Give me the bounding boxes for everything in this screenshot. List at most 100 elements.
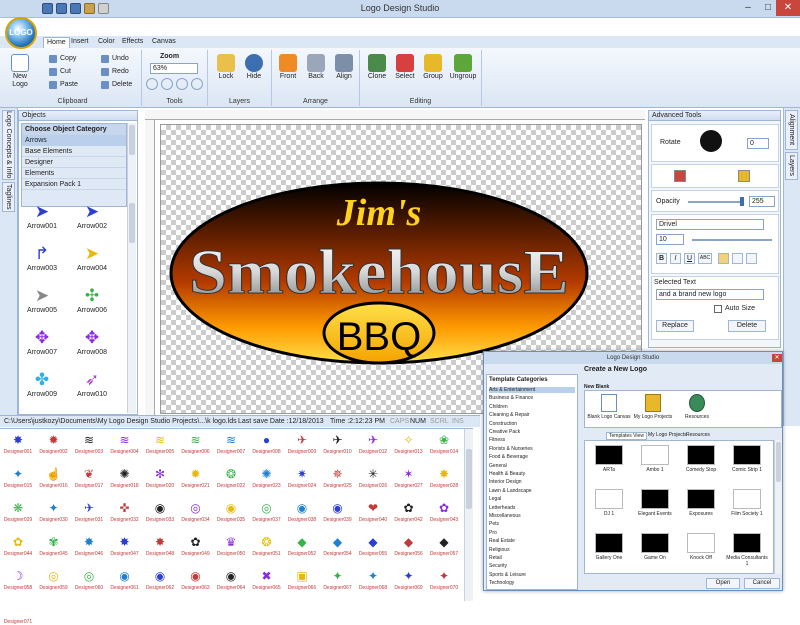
font-size-select[interactable]: 10 (656, 234, 684, 245)
delete-text-button[interactable]: Delete (728, 320, 766, 332)
designer-item[interactable]: ≋Designer005 (144, 431, 176, 455)
template-tile[interactable]: ARTa (587, 445, 631, 473)
designer-item[interactable]: ◉Designer063 (180, 567, 212, 591)
designer-item[interactable]: ✈Designer009 (286, 431, 318, 455)
strikethrough-button[interactable]: ABC (698, 253, 712, 264)
back-button[interactable]: Back (304, 54, 328, 81)
template-tile[interactable]: Game On (633, 533, 677, 561)
designer-item[interactable]: ◆Designer056 (393, 533, 425, 557)
designer-item[interactable]: ✵Designer025 (322, 465, 354, 489)
designer-item[interactable]: ✸Designer047 (109, 533, 141, 557)
align-button[interactable]: Align (332, 54, 356, 81)
select-button[interactable]: Select (392, 54, 418, 81)
designer-item[interactable]: ✸Designer001 (2, 431, 34, 455)
designer-item[interactable]: ✦Designer067 (322, 567, 354, 591)
minimize-button[interactable]: – (738, 0, 758, 16)
arrow-object[interactable]: ✤Arrow009 (25, 369, 59, 398)
designer-item[interactable]: ✦Designer030 (38, 499, 70, 523)
align-right-icon[interactable] (746, 253, 757, 264)
arrow-object[interactable]: ✥Arrow007 (25, 327, 59, 356)
lock-button[interactable]: Lock (214, 54, 238, 81)
designer-item[interactable]: ✷Designer024 (286, 465, 318, 489)
designer-item[interactable]: ◆Designer054 (322, 533, 354, 557)
template-tile[interactable]: Comic Strip 1 (725, 445, 769, 473)
designer-item[interactable]: ✦Designer015 (2, 465, 34, 489)
tab-canvas[interactable]: Canvas (149, 37, 179, 48)
tab-resources[interactable]: Resources (684, 432, 712, 438)
bold-button[interactable]: B (656, 253, 667, 264)
category-scrollbar[interactable] (127, 123, 136, 207)
flip-horizontal-icon[interactable] (674, 170, 686, 182)
template-category-item[interactable]: Health & Beauty (489, 471, 525, 477)
designer-item[interactable]: ◉Designer062 (144, 567, 176, 591)
flip-vertical-icon[interactable] (738, 170, 750, 182)
template-category-item[interactable]: Letterheads (489, 505, 515, 511)
template-category-item[interactable]: Creative Pack (489, 429, 520, 435)
template-category-item[interactable]: General (489, 463, 507, 469)
designer-item[interactable]: ❂Designer022 (215, 465, 247, 489)
tab-my-logo-projects[interactable]: My Logo Projects (646, 432, 689, 438)
ungroup-button[interactable]: Ungroup (448, 54, 478, 81)
template-tile[interactable]: Media Consultants 1 (725, 533, 769, 567)
template-category-item[interactable]: Cleaning & Repair (489, 412, 530, 418)
close-button[interactable]: ✕ (776, 0, 800, 16)
designer-item[interactable]: ✳Designer026 (357, 465, 389, 489)
template-category-item[interactable]: Fitness (489, 437, 505, 443)
undo-button[interactable]: Undo (100, 54, 129, 64)
opacity-slider-handle[interactable] (740, 197, 744, 206)
tab-taglines[interactable]: Taglines (2, 182, 15, 212)
designer-item[interactable]: ✦Designer069 (393, 567, 425, 591)
designer-item[interactable]: ≋Designer004 (109, 431, 141, 455)
arrow-object[interactable]: ➶Arrow010 (75, 369, 109, 398)
maximize-button[interactable]: □ (758, 0, 778, 16)
designer-item[interactable]: ✈Designer010 (322, 431, 354, 455)
template-category-item[interactable]: Arts & Entertainment (489, 387, 575, 393)
designer-item[interactable]: ✈Designer031 (73, 499, 105, 523)
arrow-object[interactable]: ➤Arrow002 (75, 201, 109, 230)
designer-item[interactable]: ◉Designer061 (109, 567, 141, 591)
logo-line3[interactable]: BBQ (337, 315, 421, 359)
template-category-item[interactable]: Real Estate (489, 538, 515, 544)
designer-item[interactable]: ✜Designer032 (109, 499, 141, 523)
designer-item[interactable]: ✖Designer065 (251, 567, 283, 591)
designer-item[interactable]: ❀Designer014 (428, 431, 460, 455)
template-category-item[interactable]: Children (489, 404, 508, 410)
designer-item[interactable]: ◉Designer038 (286, 499, 318, 523)
font-size-slider[interactable] (692, 239, 772, 241)
designer-item[interactable]: ◉Designer039 (322, 499, 354, 523)
cut-button[interactable]: Cut (48, 67, 71, 77)
dialog-close-icon[interactable]: ✕ (772, 354, 782, 362)
front-button[interactable]: Front (276, 54, 300, 81)
rotate-dial[interactable] (700, 130, 722, 152)
tab-logo-concepts[interactable]: Logo Concepts & Info (2, 110, 15, 180)
designer-item[interactable]: ≋Designer006 (180, 431, 212, 455)
new-logo-button[interactable]: New Logo (8, 54, 32, 89)
template-tile[interactable]: Exposures (679, 489, 723, 517)
template-tile[interactable]: Film Society 1 (725, 489, 769, 517)
rotate-input[interactable]: 0 (747, 138, 769, 149)
designer-item[interactable]: ≋Designer007 (215, 431, 247, 455)
designer-item[interactable]: ❋Designer029 (2, 499, 34, 523)
tab-alignment[interactable]: Alignment (785, 110, 798, 150)
designer-item[interactable]: ✿Designer044 (2, 533, 34, 557)
selected-text-input[interactable]: and a brand new logo (656, 289, 764, 300)
template-category-item[interactable]: Technology (489, 580, 514, 586)
template-category-item[interactable]: Business & Finance (489, 395, 533, 401)
template-tile[interactable]: DJ 1 (587, 489, 631, 517)
designer-item[interactable]: ✹Designer021 (180, 465, 212, 489)
clone-button[interactable]: Clone (364, 54, 390, 81)
template-category-item[interactable]: Sports & Leisure (489, 572, 526, 578)
designer-item[interactable]: ◉Designer035 (215, 499, 247, 523)
designer-item[interactable]: ✿Designer049 (180, 533, 212, 557)
designer-item[interactable]: ◉Designer033 (144, 499, 176, 523)
designer-item[interactable]: ✸Designer028 (428, 465, 460, 489)
arrow-object[interactable]: ➤Arrow005 (25, 285, 59, 314)
cancel-button[interactable]: Cancel (744, 578, 780, 589)
template-category-item[interactable]: Retail (489, 555, 502, 561)
designer-item[interactable]: ✻Designer020 (144, 465, 176, 489)
underline-button[interactable]: U (684, 253, 695, 264)
designer-item[interactable]: ▣Designer066 (286, 567, 318, 591)
replace-button[interactable]: Replace (656, 320, 694, 332)
tab-effects[interactable]: Effects (119, 37, 146, 48)
template-scrollbar[interactable] (774, 440, 782, 574)
